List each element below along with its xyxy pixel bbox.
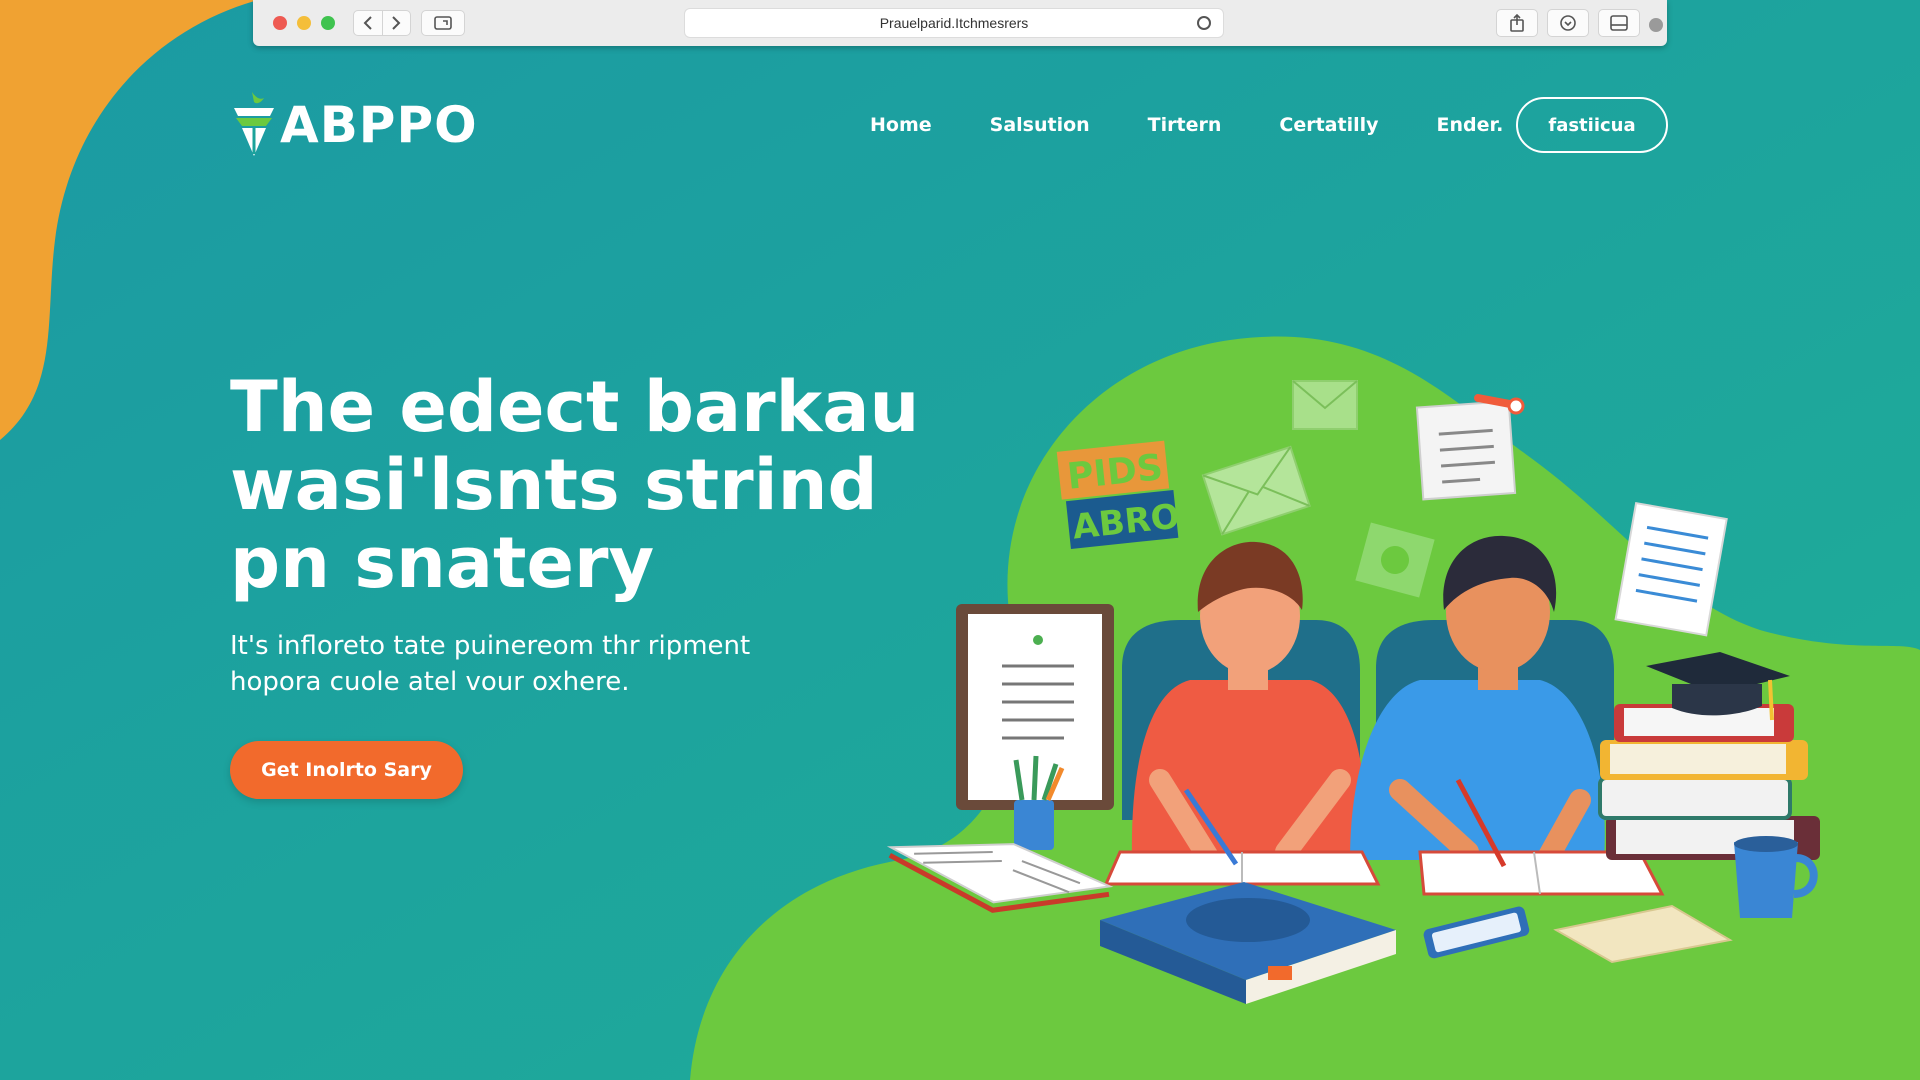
- envelope-icon: [1292, 380, 1358, 430]
- hero-title-line-3: pn snatery: [230, 522, 655, 604]
- hero-subtitle: It's infloreto tate puinereom thr ripmen…: [230, 628, 850, 700]
- nav-link-certatilly[interactable]: Certatilly: [1279, 114, 1378, 136]
- tabs-icon: [434, 16, 452, 30]
- maximize-window-button[interactable]: [321, 16, 335, 30]
- hero-cta-button[interactable]: Get Inolrto Sary: [230, 741, 463, 799]
- sign-board: PIDS ABRO: [1056, 440, 1182, 549]
- hero-subtitle-line-2: hopora cuole atel vour oxhere.: [230, 667, 630, 697]
- hero-subtitle-line-1: It's infloreto tate puinereom thr ripmen…: [230, 631, 751, 661]
- shield-icon: [1560, 15, 1576, 31]
- close-window-button[interactable]: [273, 16, 287, 30]
- book-stack-icon: [1598, 704, 1820, 860]
- nav-link-ender[interactable]: Ender.: [1437, 114, 1504, 136]
- sticky-note-icon: [1355, 522, 1435, 598]
- share-button[interactable]: [1496, 9, 1538, 37]
- hero-title: The edect barkau wasi'lsnts strind pn sn…: [230, 366, 920, 604]
- document-icon: [1415, 400, 1517, 501]
- sidebar-icon: [1610, 15, 1628, 31]
- chevron-left-icon: [363, 16, 372, 30]
- logo-text: ABPPO: [280, 96, 478, 154]
- logo-mark-icon: [234, 92, 274, 156]
- main-nav: Home Salsution Tirtern Certatilly Ender.: [870, 100, 1561, 150]
- history-nav: [353, 10, 411, 36]
- nav-link-tirtern[interactable]: Tirtern: [1148, 114, 1222, 136]
- forward-button[interactable]: [381, 11, 411, 35]
- phone-icon: [1423, 906, 1530, 959]
- browser-toolbar: Prauelparid.Itchmesrers: [253, 0, 1667, 46]
- nav-link-salsution[interactable]: Salsution: [990, 114, 1090, 136]
- site-logo[interactable]: ABPPO: [230, 90, 478, 160]
- paper-icon: [1553, 904, 1733, 964]
- tab-overview-button[interactable]: [421, 10, 465, 36]
- extension-icon[interactable]: [1649, 18, 1663, 32]
- document-icon: [1614, 501, 1728, 637]
- student-left: [1131, 541, 1367, 871]
- hero-illustration: PIDS ABRO: [886, 380, 1820, 1004]
- hero-title-line-1: The edect barkau: [230, 366, 920, 448]
- sidebar-button[interactable]: [1598, 9, 1640, 37]
- notebook-left: [1103, 850, 1381, 886]
- address-bar[interactable]: Prauelparid.Itchmesrers: [684, 8, 1224, 38]
- share-icon: [1510, 14, 1524, 32]
- minimize-window-button[interactable]: [297, 16, 311, 30]
- envelope-icon: [1201, 445, 1311, 536]
- chevron-right-icon: [392, 16, 401, 30]
- nav-link-home[interactable]: Home: [870, 114, 932, 136]
- url-text: Prauelparid.Itchmesrers: [879, 15, 1029, 31]
- back-button[interactable]: [354, 11, 382, 35]
- textbook-icon: [1100, 882, 1396, 1004]
- header-cta-button[interactable]: fastiicua: [1516, 97, 1668, 153]
- hero-title-line-2: wasi'lsnts strind: [230, 444, 878, 526]
- reload-icon[interactable]: [1197, 16, 1211, 30]
- open-book-icon: [886, 843, 1114, 913]
- privacy-button[interactable]: [1547, 9, 1589, 37]
